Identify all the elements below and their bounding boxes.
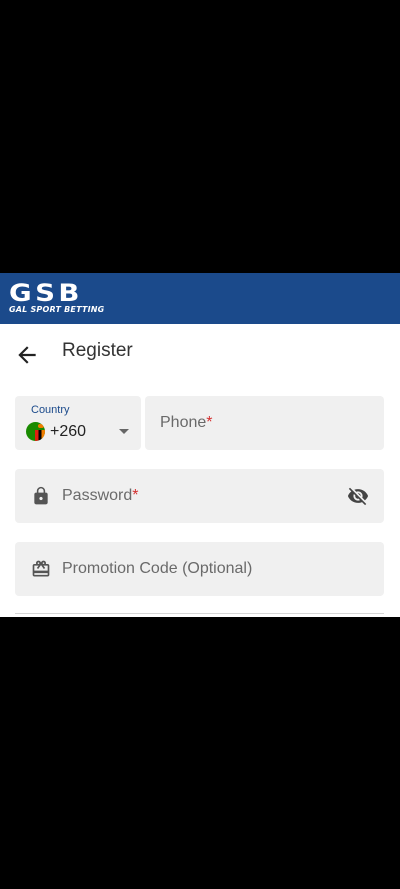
app-header: GSB GAL SPORT BETTING xyxy=(0,273,400,324)
gift-icon xyxy=(32,560,50,577)
country-select[interactable]: Country +260 xyxy=(15,396,141,450)
logo-main-text: GSB xyxy=(9,279,83,307)
top-black-area xyxy=(0,0,400,273)
eye-off-icon[interactable] xyxy=(346,485,370,507)
country-code-value: +260 xyxy=(50,423,87,440)
zambia-flag-icon xyxy=(26,422,45,441)
arrow-left-icon xyxy=(18,346,36,364)
field-divider xyxy=(15,613,384,614)
chevron-down-icon xyxy=(119,429,129,434)
promo-placeholder: Promotion Code (Optional) xyxy=(62,560,253,577)
phone-placeholder: Phone* xyxy=(160,414,213,431)
required-mark: * xyxy=(132,487,139,504)
password-field[interactable]: Password* xyxy=(15,469,384,523)
required-mark: * xyxy=(206,414,213,431)
register-screen: GSB GAL SPORT BETTING Register Country +… xyxy=(0,273,400,617)
lock-icon xyxy=(34,486,48,505)
phone-field[interactable]: Phone* xyxy=(145,396,384,450)
back-button[interactable] xyxy=(14,342,40,368)
password-placeholder: Password* xyxy=(62,487,139,504)
bottom-black-area xyxy=(0,617,400,889)
promo-code-field[interactable]: Promotion Code (Optional) xyxy=(15,542,384,596)
gsb-logo: GSB GAL SPORT BETTING xyxy=(9,281,104,314)
page-title: Register xyxy=(62,340,133,361)
country-label: Country xyxy=(31,404,70,416)
